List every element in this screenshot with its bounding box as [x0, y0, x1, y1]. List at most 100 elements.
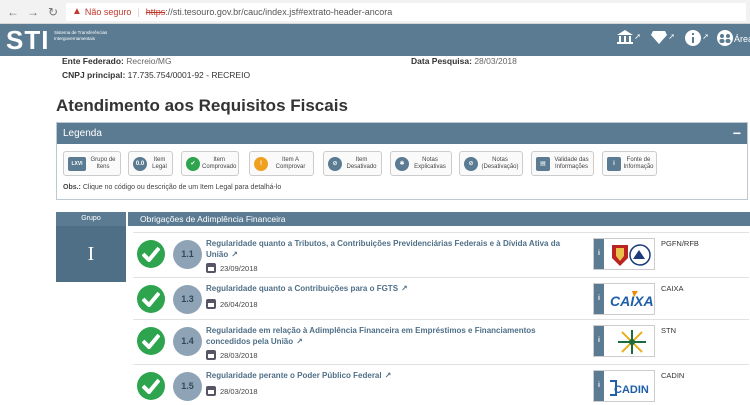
info-icon[interactable]: i [594, 284, 604, 314]
external-link-icon[interactable]: ↗ [296, 337, 303, 346]
data-pesquisa: Data Pesquisa: 28/03/2018 [411, 56, 517, 66]
external-link-icon[interactable]: ↗ [401, 284, 408, 293]
cnpj-principal: CNPJ principal: 17.735.754/0001-92 - REC… [62, 70, 250, 80]
data-label: Data Pesquisa: [411, 56, 472, 66]
calendar-icon: ▤ [536, 156, 550, 171]
url-text: ://sti.tesouro.gov.br/cauc/index.jsf#ext… [165, 6, 393, 17]
ente-federado: Ente Federado: Recreio/MG [62, 56, 172, 66]
cadin-logo: CADIN [610, 380, 649, 396]
source-box[interactable]: i CAIXA [593, 283, 655, 315]
item-date-text: 23/09/2018 [220, 263, 258, 273]
grupo-value[interactable]: I [56, 226, 126, 282]
legend-item-label: Validade das Informações [554, 156, 589, 170]
data-value: 28/03/2018 [474, 56, 517, 66]
calendar-icon [206, 299, 216, 309]
legend-item-comprovado: ✔ Item Comprovado [181, 151, 239, 176]
legend-panel: Legenda − LXVI Grupo de Itens 0.0 Item L… [56, 122, 748, 200]
svg-text:CADIN: CADIN [614, 384, 649, 396]
item-title[interactable]: Regularidade em relação à Adimplência Fi… [206, 325, 576, 347]
legend-item-grupo: LXVI Grupo de Itens [63, 151, 121, 176]
legend-item-label: Notas Explicativas [414, 156, 446, 170]
item-row: 1.4 Regularidade em relação à Adimplênci… [133, 319, 749, 361]
check-icon: ✔ [186, 156, 200, 171]
item-date: 28/03/2018 [206, 386, 258, 396]
legend-item-notas-desativacao: ⊘ Notas (Desativação) [459, 151, 523, 176]
external-link-icon[interactable]: ↗ [231, 250, 238, 259]
info-icon[interactable]: i [594, 239, 604, 269]
reload-icon[interactable]: ↻ [46, 5, 60, 19]
info-icon: i [607, 156, 621, 171]
item-code[interactable]: 1.5 [173, 372, 202, 401]
users-icon[interactable] [714, 29, 736, 51]
info-icon[interactable]: i [594, 326, 604, 356]
item-code[interactable]: 1.3 [173, 285, 202, 314]
source-box[interactable]: i [593, 238, 655, 270]
legend-item-label: Item Legal [152, 156, 167, 170]
url-scheme: https [145, 6, 166, 17]
item-source: CAIXA [661, 284, 684, 293]
group-icon: LXVI [68, 156, 86, 171]
caixa-logo: CAIXA [608, 289, 654, 311]
warning-icon: ! [254, 156, 268, 171]
item-title[interactable]: Regularidade quanto a Contribuições para… [206, 283, 576, 294]
item-source: CADIN [661, 371, 685, 380]
item-title-text[interactable]: Regularidade em relação à Adimplência Fi… [206, 326, 536, 346]
collapse-icon[interactable]: − [733, 123, 741, 144]
sti-logo[interactable]: STI [6, 26, 49, 54]
legend-item-label: Grupo de Itens [90, 156, 116, 170]
check-icon [137, 327, 165, 355]
obs-text: Clique no código ou descrição de um Item… [82, 184, 282, 191]
source-box[interactable]: i CADIN [593, 370, 655, 402]
url-separator: | [137, 6, 140, 17]
ban-icon: ⊘ [328, 156, 342, 171]
check-icon [137, 372, 165, 400]
info-share-icon[interactable]: ➚ [682, 29, 709, 51]
item-title-text[interactable]: Regularidade quanto a Tributos, a Contri… [206, 239, 560, 259]
legend-header[interactable]: Legenda − [57, 123, 747, 144]
item-source: PGFN/RFB [661, 239, 699, 248]
item-date: 23/09/2018 [206, 263, 258, 273]
item-title-text[interactable]: Regularidade perante o Poder Público Fed… [206, 371, 382, 380]
calendar-icon [206, 350, 216, 360]
legend-item-fonte: i Fonte de Informação [602, 151, 657, 176]
warning-icon[interactable]: ▲ [72, 6, 82, 17]
legend-item-a-comprovar: ! Item A Comprovar [249, 151, 314, 176]
check-icon [137, 285, 165, 313]
area-label[interactable]: Área [734, 34, 750, 44]
cnpj-value: 17.735.754/0001-92 - RECREIO [127, 70, 251, 80]
gem-share-icon[interactable]: ➚ [648, 29, 675, 51]
item-date-text: 26/04/2018 [220, 299, 258, 309]
item-title[interactable]: Regularidade quanto a Tributos, a Contri… [206, 238, 576, 260]
item-date-text: 28/03/2018 [220, 350, 258, 360]
address-bar[interactable]: ▲ Não seguro | https ://sti.tesouro.gov.… [66, 2, 746, 21]
external-link-icon[interactable]: ↗ [385, 371, 392, 380]
page-title: Atendimento aos Requisitos Fiscais [56, 96, 348, 115]
grupo-header: Grupo [56, 212, 126, 226]
item-code[interactable]: 1.1 [173, 240, 202, 269]
ban-icon: ⊘ [464, 156, 478, 171]
legend-item-desativado: ⊘ Item Desativado [323, 151, 382, 176]
page: ← → ↻ ▲ Não seguro | https ://sti.tesour… [0, 0, 750, 405]
legend-item-validade: ▤ Validade das Informações [531, 151, 594, 176]
ente-label: Ente Federado: [62, 56, 124, 66]
item-code[interactable]: 1.4 [173, 327, 202, 356]
info-icon[interactable]: i [594, 371, 604, 401]
legend-item-label: Item Comprovado [202, 156, 237, 170]
legend-item-notas: ✱ Notas Explicativas [390, 151, 452, 176]
bank-share-icon[interactable]: ➚ [614, 29, 641, 51]
security-label[interactable]: Não seguro [85, 7, 132, 17]
sti-logo-subtitle: Sistema de Transferências Intergovername… [54, 30, 108, 41]
source-box[interactable]: i [593, 325, 655, 357]
ente-value: Recreio/MG [126, 56, 172, 66]
grupo-column: Grupo I [56, 212, 126, 282]
item-row: 1.1 Regularidade quanto a Tributos, a Co… [133, 232, 749, 274]
forward-icon[interactable]: → [26, 5, 40, 19]
item-title-text[interactable]: Regularidade quanto a Contribuições para… [206, 284, 398, 293]
legend-title: Legenda [63, 128, 102, 139]
calendar-icon [206, 263, 216, 273]
item-date: 26/04/2018 [206, 299, 258, 309]
svg-text:CAIXA: CAIXA [610, 293, 654, 309]
back-icon[interactable]: ← [6, 5, 20, 19]
asterisk-icon: ✱ [395, 156, 409, 171]
item-title[interactable]: Regularidade perante o Poder Público Fed… [206, 370, 576, 381]
